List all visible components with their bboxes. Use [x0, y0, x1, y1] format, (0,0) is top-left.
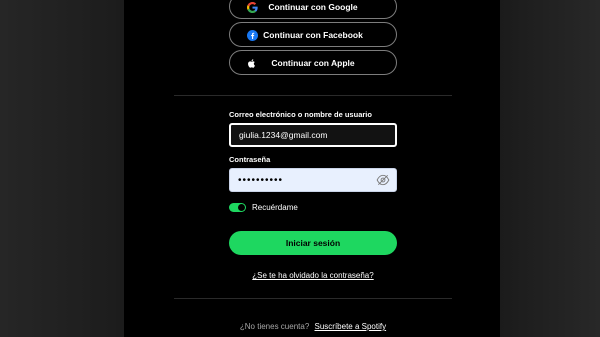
remember-label: Recuérdame	[252, 203, 298, 212]
google-icon	[246, 1, 258, 13]
continue-google-label: Continuar con Google	[268, 1, 358, 12]
email-field[interactable]: giulia.1234@gmail.com	[229, 123, 397, 147]
email-value: giulia.1234@gmail.com	[239, 130, 328, 140]
section-divider	[174, 95, 452, 96]
eye-slash-icon[interactable]	[376, 174, 390, 186]
signup-link[interactable]: Suscríbete a Spotify	[315, 322, 387, 331]
footer-divider	[174, 298, 452, 299]
facebook-icon	[246, 29, 258, 41]
continue-facebook-label: Continuar con Facebook	[263, 29, 363, 40]
apple-icon	[246, 57, 258, 69]
signup-question: ¿No tienes cuenta?	[239, 322, 310, 331]
forgot-password-link[interactable]: ¿Se te ha olvidado la contraseña?	[229, 271, 397, 280]
backdrop-right	[500, 0, 600, 337]
password-value: ••••••••••	[238, 174, 284, 186]
login-button-label: Iniciar sesión	[285, 238, 341, 248]
continue-facebook-button[interactable]: Continuar con Facebook	[229, 22, 397, 47]
password-label: Contraseña	[229, 155, 271, 164]
remember-toggle[interactable]	[229, 203, 246, 212]
continue-apple-button[interactable]: Continuar con Apple	[229, 50, 397, 75]
login-button[interactable]: Iniciar sesión	[229, 231, 397, 255]
continue-apple-label: Continuar con Apple	[271, 57, 355, 68]
password-field[interactable]: ••••••••••	[229, 168, 397, 192]
backdrop-left	[0, 0, 124, 337]
continue-google-button[interactable]: Continuar con Google	[229, 0, 397, 19]
email-label: Correo electrónico o nombre de usuario	[229, 110, 372, 119]
signup-row: ¿No tienes cuenta? Suscríbete a Spotify	[174, 322, 452, 331]
toggle-knob	[238, 204, 245, 211]
